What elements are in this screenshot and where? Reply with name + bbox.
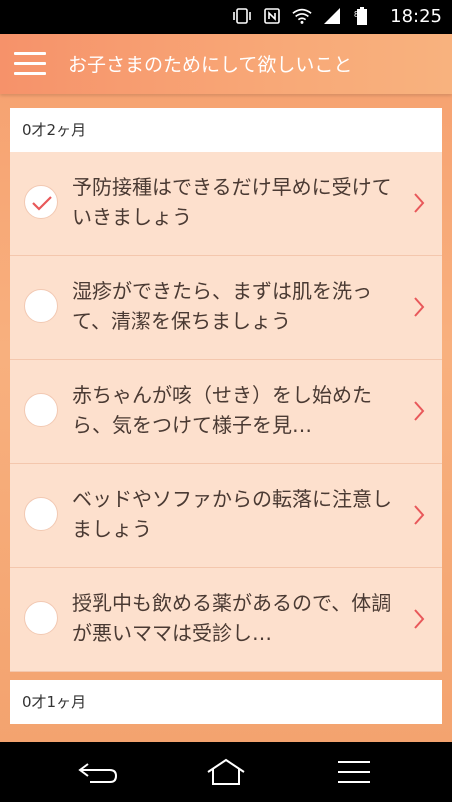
chevron-right-icon [414, 401, 425, 421]
battery-level: 83 [353, 10, 364, 19]
list-item[interactable]: 授乳中も飲める薬があるので、体調が悪いママは受診し… [10, 568, 442, 672]
app-screen: お子さまのためにして欲しいこと 0才2ヶ月 予防接種はできるだけ早めに受けていき… [0, 34, 452, 742]
status-bar: 83 18:25 [0, 0, 452, 34]
list-item[interactable]: 赤ちゃんが咳（せき）をし始めたら、気をつけて様子を見… [10, 360, 442, 464]
vibrate-icon [232, 6, 252, 26]
recents-icon[interactable] [332, 756, 376, 788]
checkbox[interactable] [24, 185, 58, 219]
chevron-right-icon [414, 297, 425, 317]
checkbox[interactable] [24, 289, 58, 323]
home-icon[interactable] [204, 756, 248, 788]
list-item[interactable]: ベッドやソファからの転落に注意しましょう [10, 464, 442, 568]
list-item-text: 予防接種はできるだけ早めに受けていきましょう [72, 175, 392, 229]
app-bar: お子さまのためにして欲しいこと [0, 34, 452, 94]
checkbox[interactable] [24, 497, 58, 531]
signal-icon [322, 6, 342, 26]
status-time: 18:25 [390, 6, 442, 27]
status-icons [232, 6, 372, 26]
checkmark-icon [32, 196, 52, 211]
section-header-2-months: 0才2ヶ月 [10, 108, 442, 152]
list-item[interactable]: 予防接種はできるだけ早めに受けていきましょう [10, 152, 442, 256]
list-item-text: 赤ちゃんが咳（せき）をし始めたら、気をつけて様子を見… [72, 383, 372, 437]
list-item[interactable]: 湿疹ができたら、まずは肌を洗って、清潔を保ちましょう [10, 256, 442, 360]
chevron-right-icon [414, 505, 425, 525]
checkbox[interactable] [24, 393, 58, 427]
hamburger-menu-icon[interactable] [14, 48, 48, 78]
navigation-bar [0, 742, 452, 802]
list-item-text: 湿疹ができたら、まずは肌を洗って、清潔を保ちましょう [72, 279, 372, 333]
list-item-text: ベッドやソファからの転落に注意しましょう [72, 487, 392, 541]
checkbox[interactable] [24, 601, 58, 635]
chevron-right-icon [414, 609, 425, 629]
advice-list: 0才2ヶ月 予防接種はできるだけ早めに受けていきましょう 湿疹ができたら、まずは… [10, 108, 442, 724]
back-icon[interactable] [76, 756, 120, 788]
page-title: お子さまのためにして欲しいこと [68, 54, 353, 76]
section-header-1-month: 0才1ヶ月 [10, 680, 442, 724]
nfc-icon [262, 6, 282, 26]
chevron-right-icon [414, 193, 425, 213]
list-item-text: 授乳中も飲める薬があるので、体調が悪いママは受診し… [72, 591, 392, 645]
wifi-icon [292, 6, 312, 26]
